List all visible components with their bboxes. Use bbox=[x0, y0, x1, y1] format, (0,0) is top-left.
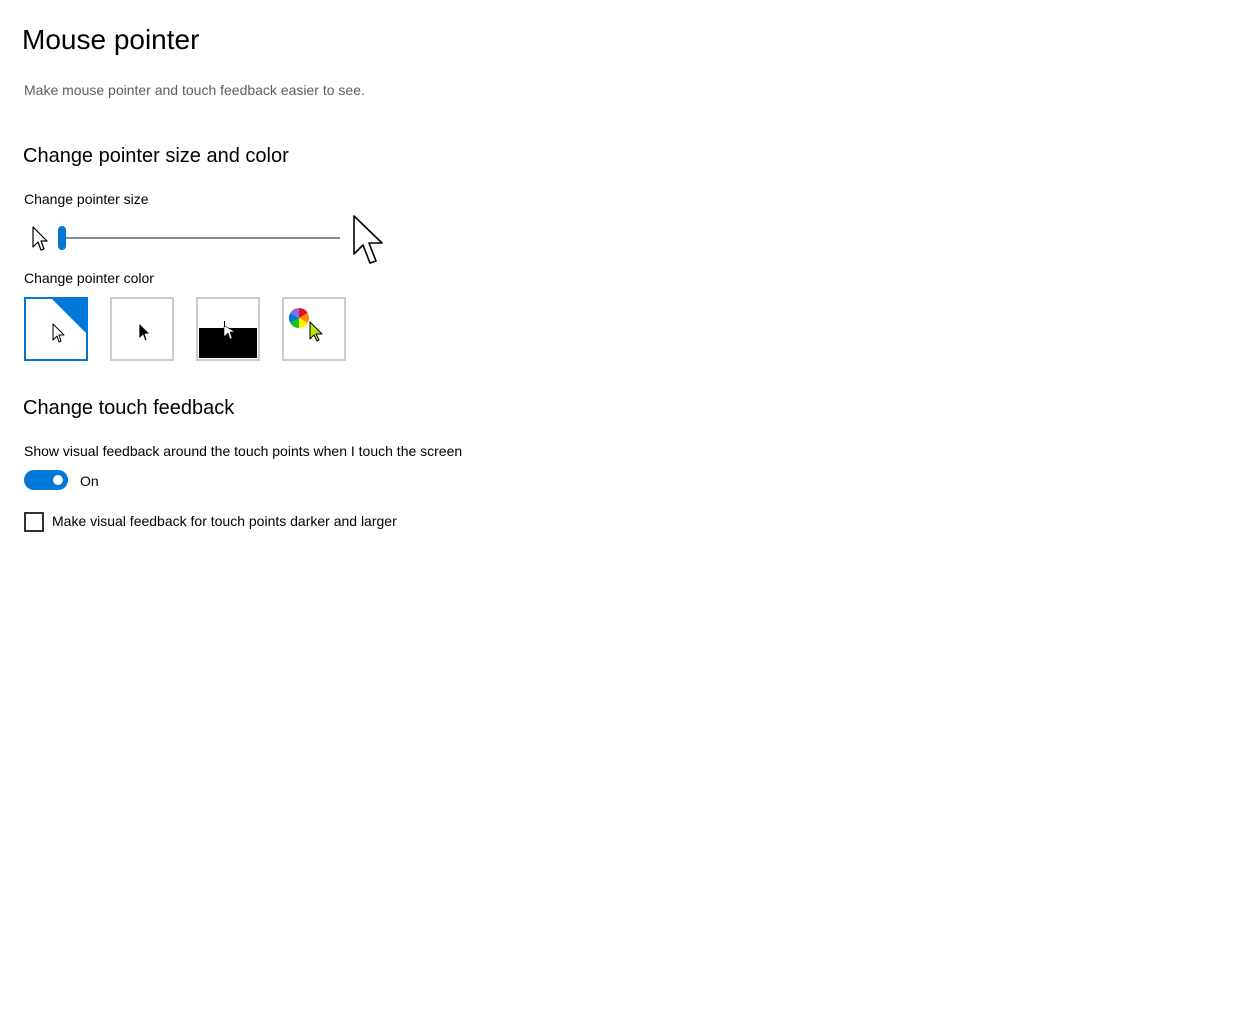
large-pointer-icon bbox=[353, 215, 383, 264]
slider-track bbox=[58, 237, 340, 239]
touch-feedback-toggle[interactable] bbox=[24, 470, 68, 490]
inverted-pointer-icon bbox=[223, 321, 236, 340]
selected-corner bbox=[52, 299, 86, 333]
pointer-color-label: Change pointer color bbox=[24, 270, 154, 286]
pointer-color-black-option[interactable] bbox=[110, 297, 174, 361]
checkmark-icon bbox=[26, 300, 42, 313]
custom-pointer-icon bbox=[309, 321, 323, 342]
pointer-color-inverted-option[interactable] bbox=[196, 297, 260, 361]
mouse-pointer-settings-page: Mouse pointer Make mouse pointer and tou… bbox=[0, 0, 1250, 1010]
pointer-size-slider[interactable] bbox=[58, 226, 340, 250]
toggle-knob bbox=[53, 475, 63, 485]
pointer-color-white-option[interactable] bbox=[24, 297, 88, 361]
pointer-color-custom-option[interactable] bbox=[282, 297, 346, 361]
touch-feedback-label: Show visual feedback around the touch po… bbox=[24, 443, 463, 459]
black-pointer-icon bbox=[138, 322, 151, 342]
pointer-section-title: Change pointer size and color bbox=[23, 145, 289, 167]
color-wheel-icon bbox=[288, 307, 323, 342]
page-title: Mouse pointer bbox=[22, 24, 200, 55]
pointer-size-label: Change pointer size bbox=[24, 191, 149, 207]
darker-larger-label: Make visual feedback for touch points da… bbox=[52, 513, 397, 529]
darker-larger-checkbox[interactable] bbox=[24, 512, 44, 532]
slider-thumb[interactable] bbox=[58, 226, 66, 250]
small-pointer-icon bbox=[32, 226, 48, 251]
toggle-state-label: On bbox=[80, 473, 99, 489]
touch-section-title: Change touch feedback bbox=[23, 397, 235, 419]
page-description: Make mouse pointer and touch feedback ea… bbox=[24, 82, 365, 98]
